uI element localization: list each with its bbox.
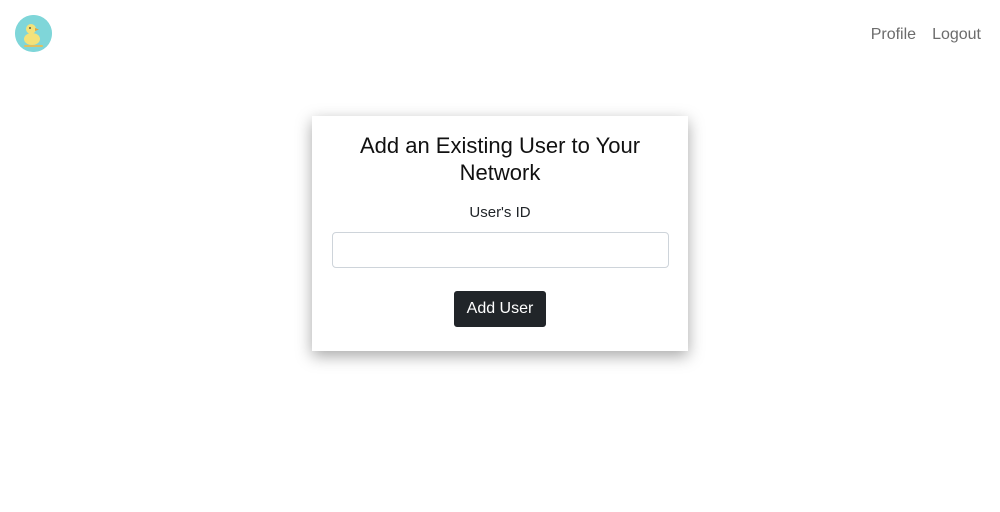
profile-link[interactable]: Profile	[871, 25, 916, 45]
card-title: Add an Existing User to Your Network	[359, 133, 641, 185]
add-user-button[interactable]: Add User	[453, 291, 547, 327]
logout-link[interactable]: Logout	[932, 25, 981, 45]
navbar: Profile Logout	[0, 0, 1000, 68]
add-user-card: Add an Existing User to Your Network Use…	[312, 116, 688, 351]
user-id-input[interactable]	[332, 232, 669, 268]
user-id-label: User's ID	[469, 204, 531, 221]
nav-links: Profile Logout	[871, 25, 981, 45]
duck-logo-icon[interactable]	[15, 15, 52, 52]
